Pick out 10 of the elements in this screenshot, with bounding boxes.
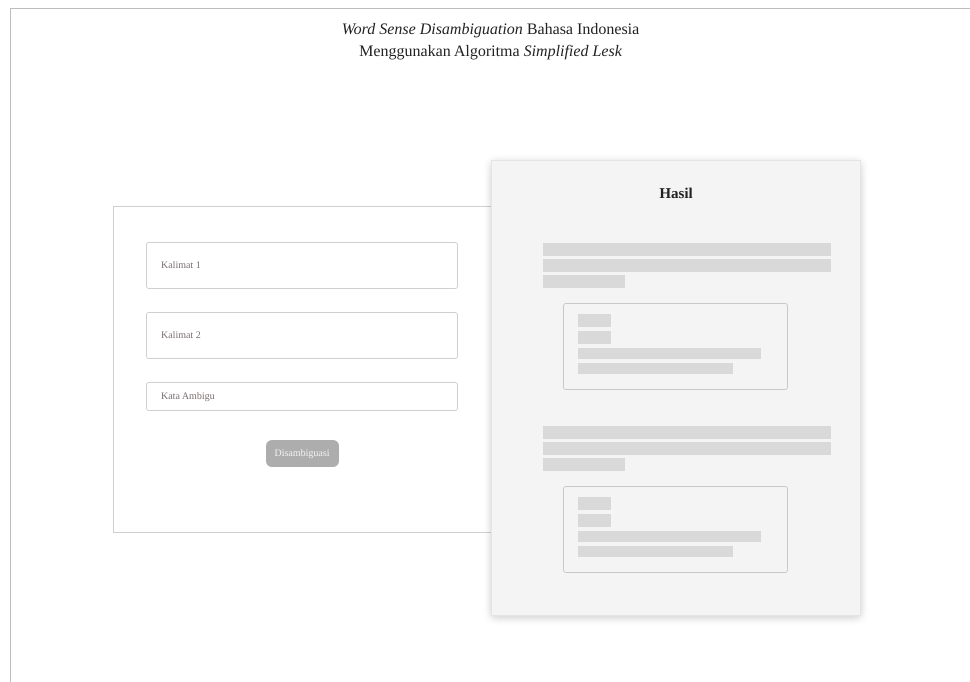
text-field[interactable]: Kata Ambigu: [146, 382, 458, 411]
placeholder-bar: [578, 514, 611, 527]
text-field[interactable]: Kalimat 2: [146, 312, 458, 359]
placeholder-bar: [578, 314, 611, 327]
page-title: Menggunakan Algoritma Simplified Lesk: [359, 42, 622, 62]
result-heading: Hasil: [659, 185, 693, 203]
text-field[interactable]: Kalimat 1: [146, 242, 458, 289]
page-title: Word Sense Disambiguation Bahasa Indonesia: [342, 20, 640, 40]
placeholder-bar: [578, 497, 611, 510]
placeholder-bar: [578, 331, 611, 344]
